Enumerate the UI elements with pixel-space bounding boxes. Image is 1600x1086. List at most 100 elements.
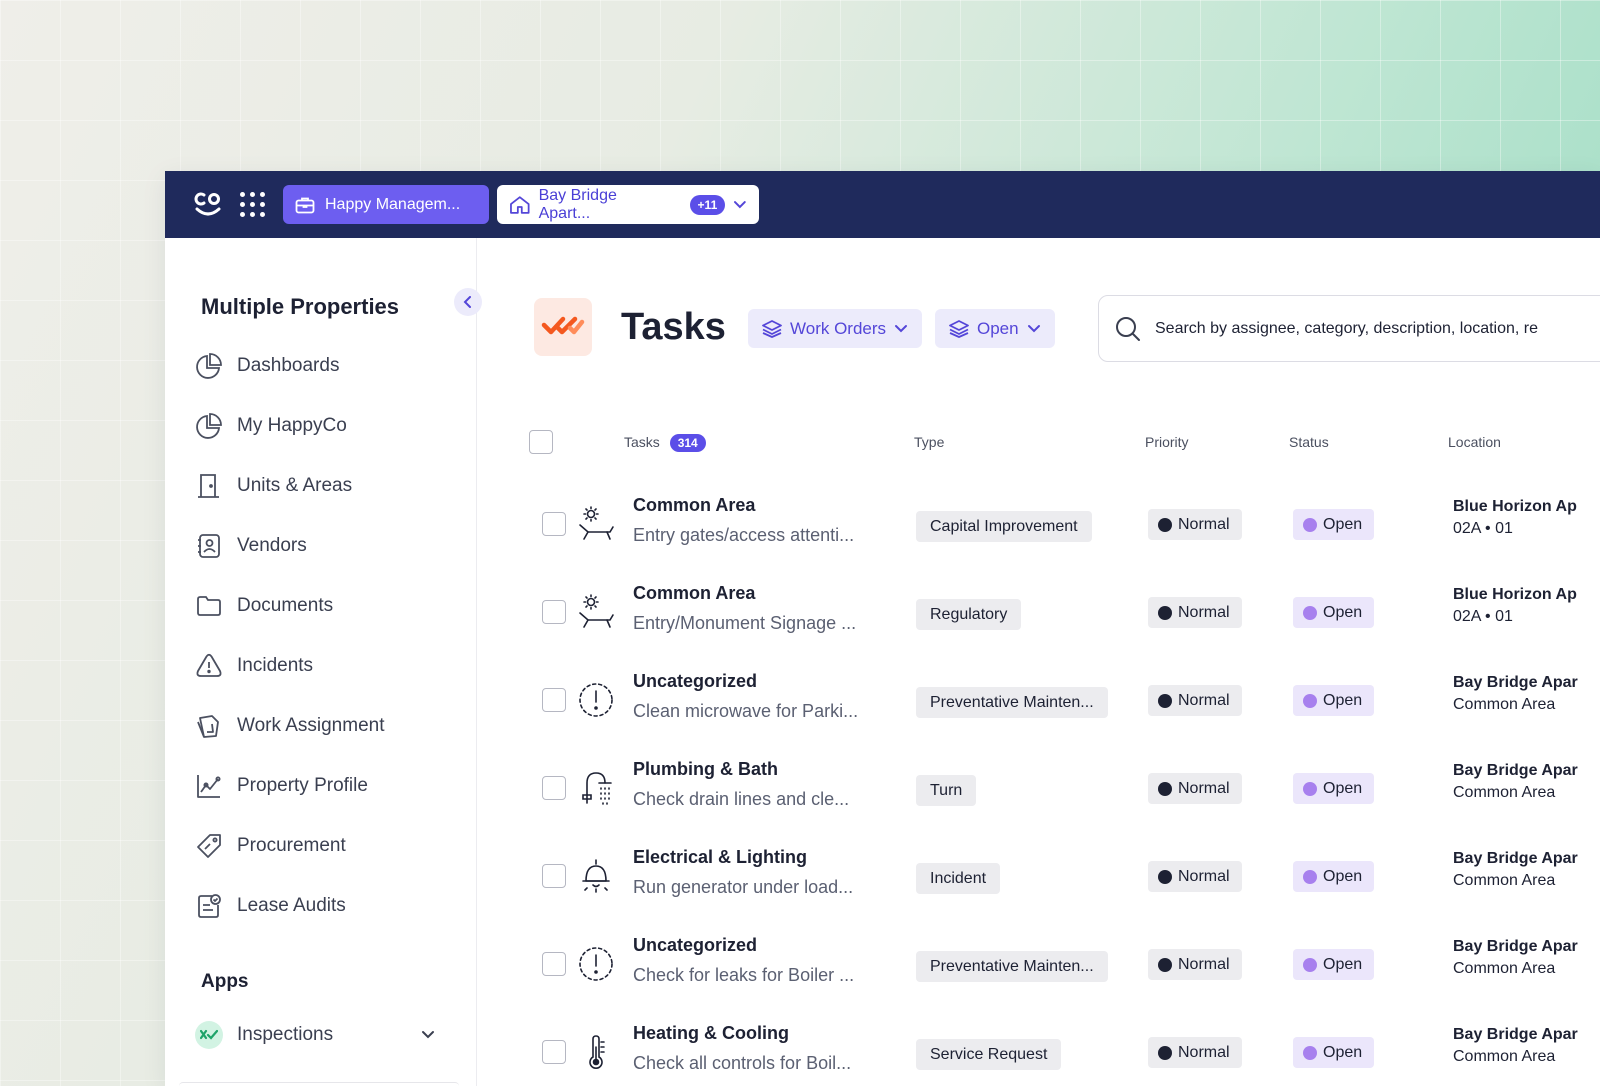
priority-badge: Normal xyxy=(1148,509,1242,540)
sidebar-item-vendors[interactable]: Vendors xyxy=(195,524,455,568)
app-window: Happy Managem... Bay Bridge Apart... +11… xyxy=(165,171,1600,1086)
status-label: Open xyxy=(1323,515,1363,533)
sidebar-item-property-profile[interactable]: Property Profile xyxy=(195,764,455,808)
status-dot xyxy=(1303,693,1317,708)
table-row[interactable]: Plumbing & Bath Check drain lines and cl… xyxy=(478,746,1600,834)
status-badge: Open xyxy=(1293,773,1375,804)
chevron-down-icon xyxy=(734,200,747,208)
location-column-header[interactable]: Location xyxy=(1448,434,1501,450)
priority-badge: Normal xyxy=(1148,685,1242,716)
location-detail: Common Area xyxy=(1453,872,1556,889)
status-dot xyxy=(1303,869,1317,884)
priority-label: Normal xyxy=(1178,515,1230,533)
folder-icon xyxy=(197,596,221,616)
priority-column-header[interactable]: Priority xyxy=(1145,434,1189,450)
location-name: Bay Bridge Apar xyxy=(1453,938,1578,955)
lounge-chair-icon xyxy=(576,504,616,544)
sidebar-item-label: Lease Audits xyxy=(237,895,346,916)
table-header: Tasks 314 Type Priority Status Location xyxy=(478,418,1600,468)
type-badge: Capital Improvement xyxy=(916,511,1092,542)
sidebar-item-incidents[interactable]: Incidents xyxy=(195,644,455,688)
status-label: Open xyxy=(1323,779,1363,797)
priority-badge: Normal xyxy=(1148,1037,1242,1068)
organization-selector[interactable]: Happy Managem... xyxy=(283,185,489,224)
type-badge: Preventative Mainten... xyxy=(916,687,1108,718)
sidebar-item-inspections[interactable]: Inspections xyxy=(195,1013,435,1057)
status-column-header[interactable]: Status xyxy=(1289,434,1329,450)
type-column-header[interactable]: Type xyxy=(914,434,944,450)
task-category: Uncategorized xyxy=(633,935,758,955)
sidebar-item-documents[interactable]: Documents xyxy=(195,584,455,628)
task-category: Common Area xyxy=(633,495,756,515)
row-checkbox[interactable] xyxy=(542,512,566,536)
location-name: Bay Bridge Apar xyxy=(1453,850,1578,867)
chevron-down-icon[interactable] xyxy=(421,1030,435,1040)
collapse-sidebar-button[interactable] xyxy=(454,288,482,316)
sidebar-item-procurement[interactable]: Procurement xyxy=(195,824,455,868)
search-icon xyxy=(1116,316,1140,341)
task-description: Entry/Monument Signage ... xyxy=(633,613,857,633)
sidebar-item-work-assignment[interactable]: Work Assignment xyxy=(195,704,455,748)
property-label: Bay Bridge Apart... xyxy=(538,186,617,222)
table-row[interactable]: Uncategorized Check for leaks for Boiler… xyxy=(478,922,1600,1010)
row-checkbox[interactable] xyxy=(542,688,566,712)
sidebar-item-label: Procurement xyxy=(237,835,346,856)
tasks-header-label: Tasks xyxy=(624,434,660,450)
search-input[interactable] xyxy=(1155,319,1600,338)
happyco-logo-icon[interactable] xyxy=(191,188,225,222)
filter-label: Work Orders xyxy=(790,318,887,338)
layers-icon xyxy=(949,319,969,338)
main-content: Tasks Work Orders Open Tasks 314 Type Pr… xyxy=(478,238,1600,1086)
task-category: Heating & Cooling xyxy=(633,1023,789,1043)
task-description: Check for leaks for Boiler ... xyxy=(633,965,855,985)
row-checkbox[interactable] xyxy=(542,776,566,800)
table-row[interactable]: Common Area Entry gates/access attenti..… xyxy=(478,482,1600,570)
sidebar-item-label: Work Assignment xyxy=(237,715,385,736)
tasks-logo-icon xyxy=(534,298,592,356)
property-selector[interactable]: Bay Bridge Apart... +11 xyxy=(497,185,759,224)
row-checkbox[interactable] xyxy=(542,1040,566,1064)
sidebar-item-units-areas[interactable]: Units & Areas xyxy=(195,464,455,508)
table-row[interactable]: Uncategorized Clean microwave for Parki.… xyxy=(478,658,1600,746)
status-filter[interactable]: Open xyxy=(935,309,1055,348)
location-name: Bay Bridge Apar xyxy=(1453,674,1578,691)
status-badge: Open xyxy=(1293,1037,1375,1068)
status-label: Open xyxy=(1323,603,1363,621)
priority-label: Normal xyxy=(1178,867,1230,885)
priority-badge: Normal xyxy=(1148,861,1242,892)
sidebar-item-my-happyco[interactable]: My HappyCo xyxy=(195,404,455,448)
priority-badge: Normal xyxy=(1148,949,1242,980)
search-box[interactable] xyxy=(1098,295,1600,362)
task-description: Run generator under load... xyxy=(633,877,854,897)
alert-circle-icon xyxy=(576,944,616,984)
status-badge: Open xyxy=(1293,685,1375,716)
select-all-checkbox[interactable] xyxy=(529,430,553,454)
table-row[interactable]: Electrical & Lighting Run generator unde… xyxy=(478,834,1600,922)
table-row[interactable]: Common Area Entry/Monument Signage ... R… xyxy=(478,570,1600,658)
priority-dot xyxy=(1158,605,1172,620)
tasks-column-header[interactable]: Tasks 314 xyxy=(624,434,706,452)
lamp-icon xyxy=(576,856,616,896)
sidebar-item-dashboards[interactable]: Dashboards xyxy=(195,344,455,388)
layers-icon xyxy=(762,319,782,338)
tasks-count-badge: 314 xyxy=(669,434,706,452)
table-row[interactable]: Heating & Cooling Check all controls for… xyxy=(478,1010,1600,1086)
row-checkbox[interactable] xyxy=(542,952,566,976)
priority-dot xyxy=(1158,517,1172,532)
apps-grid-icon[interactable] xyxy=(237,190,267,220)
location-name: Blue Horizon Ap xyxy=(1453,586,1577,603)
sidebar-item-lease-audits[interactable]: Lease Audits xyxy=(195,884,455,928)
task-description: Check all controls for Boil... xyxy=(633,1053,852,1073)
work-orders-filter[interactable]: Work Orders xyxy=(748,309,923,348)
sidebar-item-label: Property Profile xyxy=(237,775,368,796)
location-detail: 02A • 01 xyxy=(1453,520,1513,537)
organization-label: Happy Managem... xyxy=(325,195,461,213)
row-checkbox[interactable] xyxy=(542,864,566,888)
sidebar-item-label: My HappyCo xyxy=(237,415,347,436)
sidebar-item-label: Incidents xyxy=(237,655,314,676)
row-checkbox[interactable] xyxy=(542,600,566,624)
type-badge: Service Request xyxy=(916,1039,1062,1070)
sidebar-title: Multiple Properties xyxy=(201,294,400,319)
status-label: Open xyxy=(1323,691,1363,709)
lounge-chair-icon xyxy=(576,592,616,632)
